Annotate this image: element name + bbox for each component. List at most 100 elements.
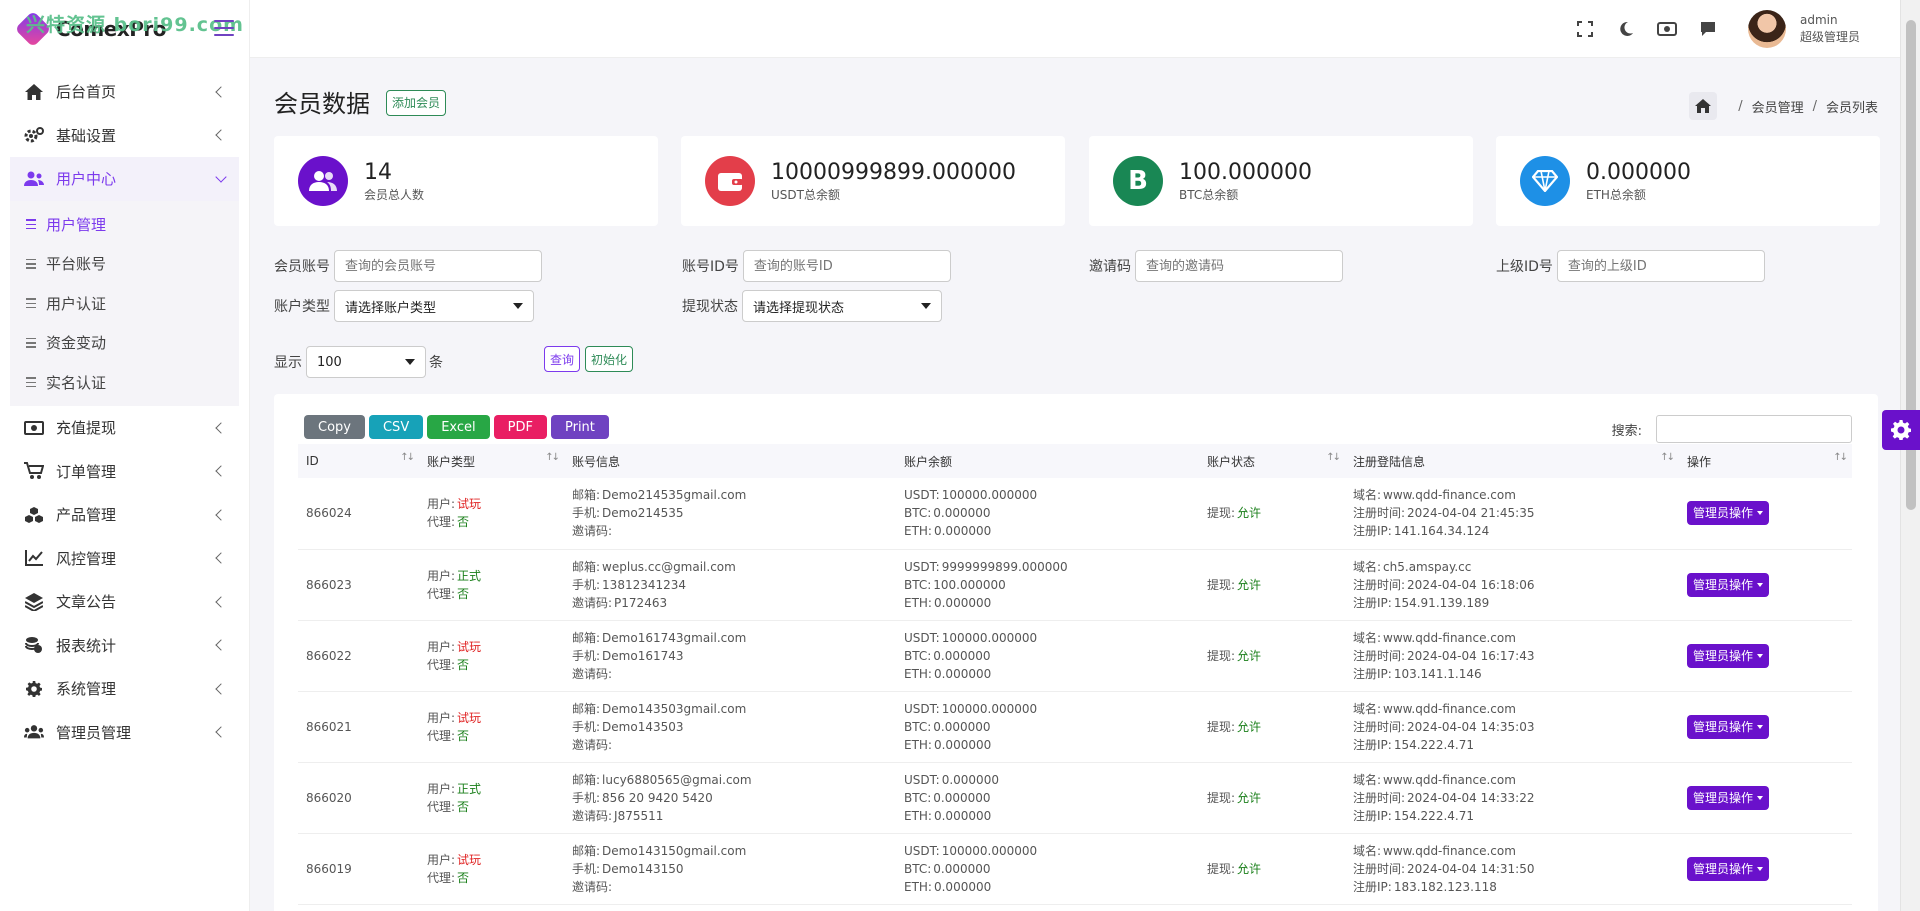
export-pdf-button[interactable]: PDF — [493, 415, 547, 439]
table-row[interactable]: 866020 用户: 正式 代理: 否邮箱: lucy6880565@gmai.com 手机… — [298, 762, 1852, 833]
table-row[interactable]: 866022 用户: 试玩 代理: 否邮箱: Demo161743gmail.com 手机:… — [298, 620, 1852, 691]
account-input[interactable] — [334, 250, 542, 282]
export-csv-button[interactable]: CSV — [368, 415, 424, 439]
admin-action-button[interactable]: 管理员操作 — [1687, 785, 1770, 810]
stat-value: 14 — [364, 159, 392, 185]
cell-line: 邀请码: J875511 — [572, 807, 896, 825]
column-header[interactable]: ID ↑↓ — [298, 444, 419, 478]
cell-actions: 管理员操作 — [1679, 478, 1852, 549]
chevron-down-icon — [1757, 653, 1764, 658]
sidebar-item[interactable]: 基础设置 — [0, 114, 249, 158]
table-row[interactable]: 866024 用户: 试玩 代理: 否邮箱: Demo214535gmail.com 手机:… — [298, 478, 1852, 549]
sidebar-subitem[interactable]: 用户认证 — [10, 284, 239, 324]
settings-gear-icon[interactable] — [1882, 410, 1920, 450]
cell-account-type: 用户: 正式 代理: 否 — [419, 549, 564, 620]
cell-register-info: 域名: www.qdd-finance.com 注册时间: 2024-04-04 14… — [1345, 691, 1679, 762]
reset-button[interactable]: 初始化 — [585, 346, 634, 372]
cell-line-value: 否 — [457, 586, 470, 601]
export-copy-button[interactable]: Copy — [304, 415, 365, 439]
sidebar-item[interactable]: 订单管理 — [0, 450, 249, 494]
column-header[interactable]: 账户类型 ↑↓ — [419, 444, 564, 478]
sidebar-subitem[interactable]: 资金变动 — [10, 323, 239, 363]
sidebar-subitem-label: 平台账号 — [46, 255, 107, 274]
sidebar-item[interactable]: 后台首页 — [0, 70, 249, 114]
chevron-left-icon — [215, 726, 227, 738]
sort-icon[interactable]: ↑↓ — [545, 452, 560, 463]
cell-line-label: ETH: — [904, 737, 932, 752]
cell-line-label: BTC: — [904, 506, 932, 521]
table-row[interactable]: 866019 用户: 试玩 代理: 否邮箱: Demo143150gmail.com 手机:… — [298, 833, 1852, 904]
breadcrumb-item[interactable]: 会员管理 — [1752, 97, 1804, 116]
dark-mode-icon[interactable] — [1616, 19, 1636, 39]
export-excel-button[interactable]: Excel — [427, 415, 490, 439]
account-id-input[interactable] — [742, 250, 951, 282]
stat-card-btc: B 100.000000 BTC总余额 — [1089, 136, 1473, 226]
column-header-label: 注册登陆信息 — [1353, 454, 1426, 469]
cell-line: 注册时间: 2024-04-04 16:17:43 — [1353, 647, 1679, 665]
cell-line-label: 邀请码: — [572, 595, 613, 610]
account-type-select[interactable]: 请选择账户类型 — [334, 290, 534, 322]
cell-line-label: 手机: — [572, 790, 601, 805]
withdraw-status-select[interactable]: 请选择提现状态 — [742, 290, 942, 322]
export-print-button[interactable]: Print — [550, 415, 609, 439]
add-member-button[interactable]: 添加会员 — [386, 90, 447, 116]
cell-line: 邀请码: — [572, 522, 896, 540]
admin-action-button[interactable]: 管理员操作 — [1687, 856, 1770, 881]
admin-action-label: 管理员操作 — [1693, 577, 1754, 592]
sidebar-item[interactable]: 充值提现 — [0, 406, 249, 450]
menu-toggle-icon[interactable] — [214, 20, 234, 41]
column-header[interactable]: 注册登陆信息 ↑↓ — [1345, 444, 1679, 478]
cell-line-value: 试玩 — [457, 497, 482, 512]
sidebar-subitem[interactable]: 用户管理 — [10, 205, 239, 245]
cell-line-label: 邀请码: — [572, 737, 613, 752]
chevron-down-icon — [1757, 795, 1764, 800]
user-group-icon — [24, 722, 44, 742]
cart-icon — [24, 461, 44, 481]
breadcrumb-home-icon[interactable] — [1689, 92, 1718, 120]
logo[interactable]: ComexPro 兴特资源 bori99.com 实测分享 — [0, 0, 331, 58]
sort-icon[interactable]: ↑↓ — [1326, 452, 1341, 463]
admin-action-button[interactable]: 管理员操作 — [1687, 643, 1770, 668]
sidebar-subitem[interactable]: 实名认证 — [10, 363, 239, 403]
sidebar-item[interactable]: 报表统计 — [0, 624, 249, 668]
cell-line-label: USDT: — [904, 843, 940, 858]
sort-icon[interactable]: ↑↓ — [1833, 452, 1848, 463]
admin-action-button[interactable]: 管理员操作 — [1687, 501, 1770, 526]
sidebar-item[interactable]: 产品管理 — [0, 493, 249, 537]
invite-code-input[interactable] — [1135, 250, 1343, 282]
chat-icon[interactable] — [1698, 19, 1718, 39]
cell-line-value: 100000.000000 — [941, 630, 1038, 645]
page-size-select[interactable]: 100 — [306, 346, 426, 378]
sort-icon[interactable]: ↑↓ — [400, 452, 415, 463]
filter-label: 邀请码 — [1089, 259, 1131, 275]
column-header[interactable]: 操作 ↑↓ — [1679, 444, 1852, 478]
fullscreen-icon[interactable] — [1575, 19, 1595, 39]
query-button[interactable]: 查询 — [544, 346, 581, 372]
page-scrollbar[interactable] — [1900, 0, 1920, 911]
sort-icon[interactable]: ↑↓ — [1660, 452, 1675, 463]
cell-account-info: 邮箱: Demo143150gmail.com 手机: Demo143150 邀请码: — [564, 833, 896, 904]
table-row[interactable]: 866021 用户: 试玩 代理: 否邮箱: Demo143503gmail.com 手机:… — [298, 691, 1852, 762]
money-icon[interactable] — [1656, 19, 1677, 39]
admin-action-button[interactable]: 管理员操作 — [1687, 572, 1770, 597]
table-search-input[interactable] — [1656, 415, 1852, 443]
sidebar-item-label: 订单管理 — [56, 462, 117, 481]
user-info[interactable]: admin 超级管理员 — [1800, 12, 1860, 46]
admin-action-button[interactable]: 管理员操作 — [1687, 714, 1770, 739]
column-header[interactable]: 账户余额 — [896, 444, 1199, 478]
cell-line-value: 0.000000 — [933, 506, 991, 521]
cell-line: 邮箱: lucy6880565@gmai.com — [572, 771, 896, 789]
sidebar-item[interactable]: 文章公告 — [0, 580, 249, 624]
column-header[interactable]: 账号信息 — [564, 444, 896, 478]
sidebar-item[interactable]: 系统管理 — [0, 667, 249, 711]
filter-label: 提现状态 — [682, 299, 738, 315]
sidebar-item[interactable]: 管理员管理 — [0, 711, 249, 755]
sidebar-subitem[interactable]: 平台账号 — [10, 244, 239, 284]
cell-line-label: 邮箱: — [572, 772, 601, 787]
parent-id-input[interactable] — [1556, 250, 1765, 282]
sidebar-item[interactable]: 用户中心 — [10, 157, 239, 201]
avatar[interactable] — [1747, 10, 1786, 48]
sidebar-item[interactable]: 风控管理 — [0, 537, 249, 581]
table-row[interactable]: 866023 用户: 正式 代理: 否邮箱: weplus.cc@gmail.com 手机:… — [298, 549, 1852, 620]
column-header[interactable]: 账户状态 ↑↓ — [1199, 444, 1345, 478]
